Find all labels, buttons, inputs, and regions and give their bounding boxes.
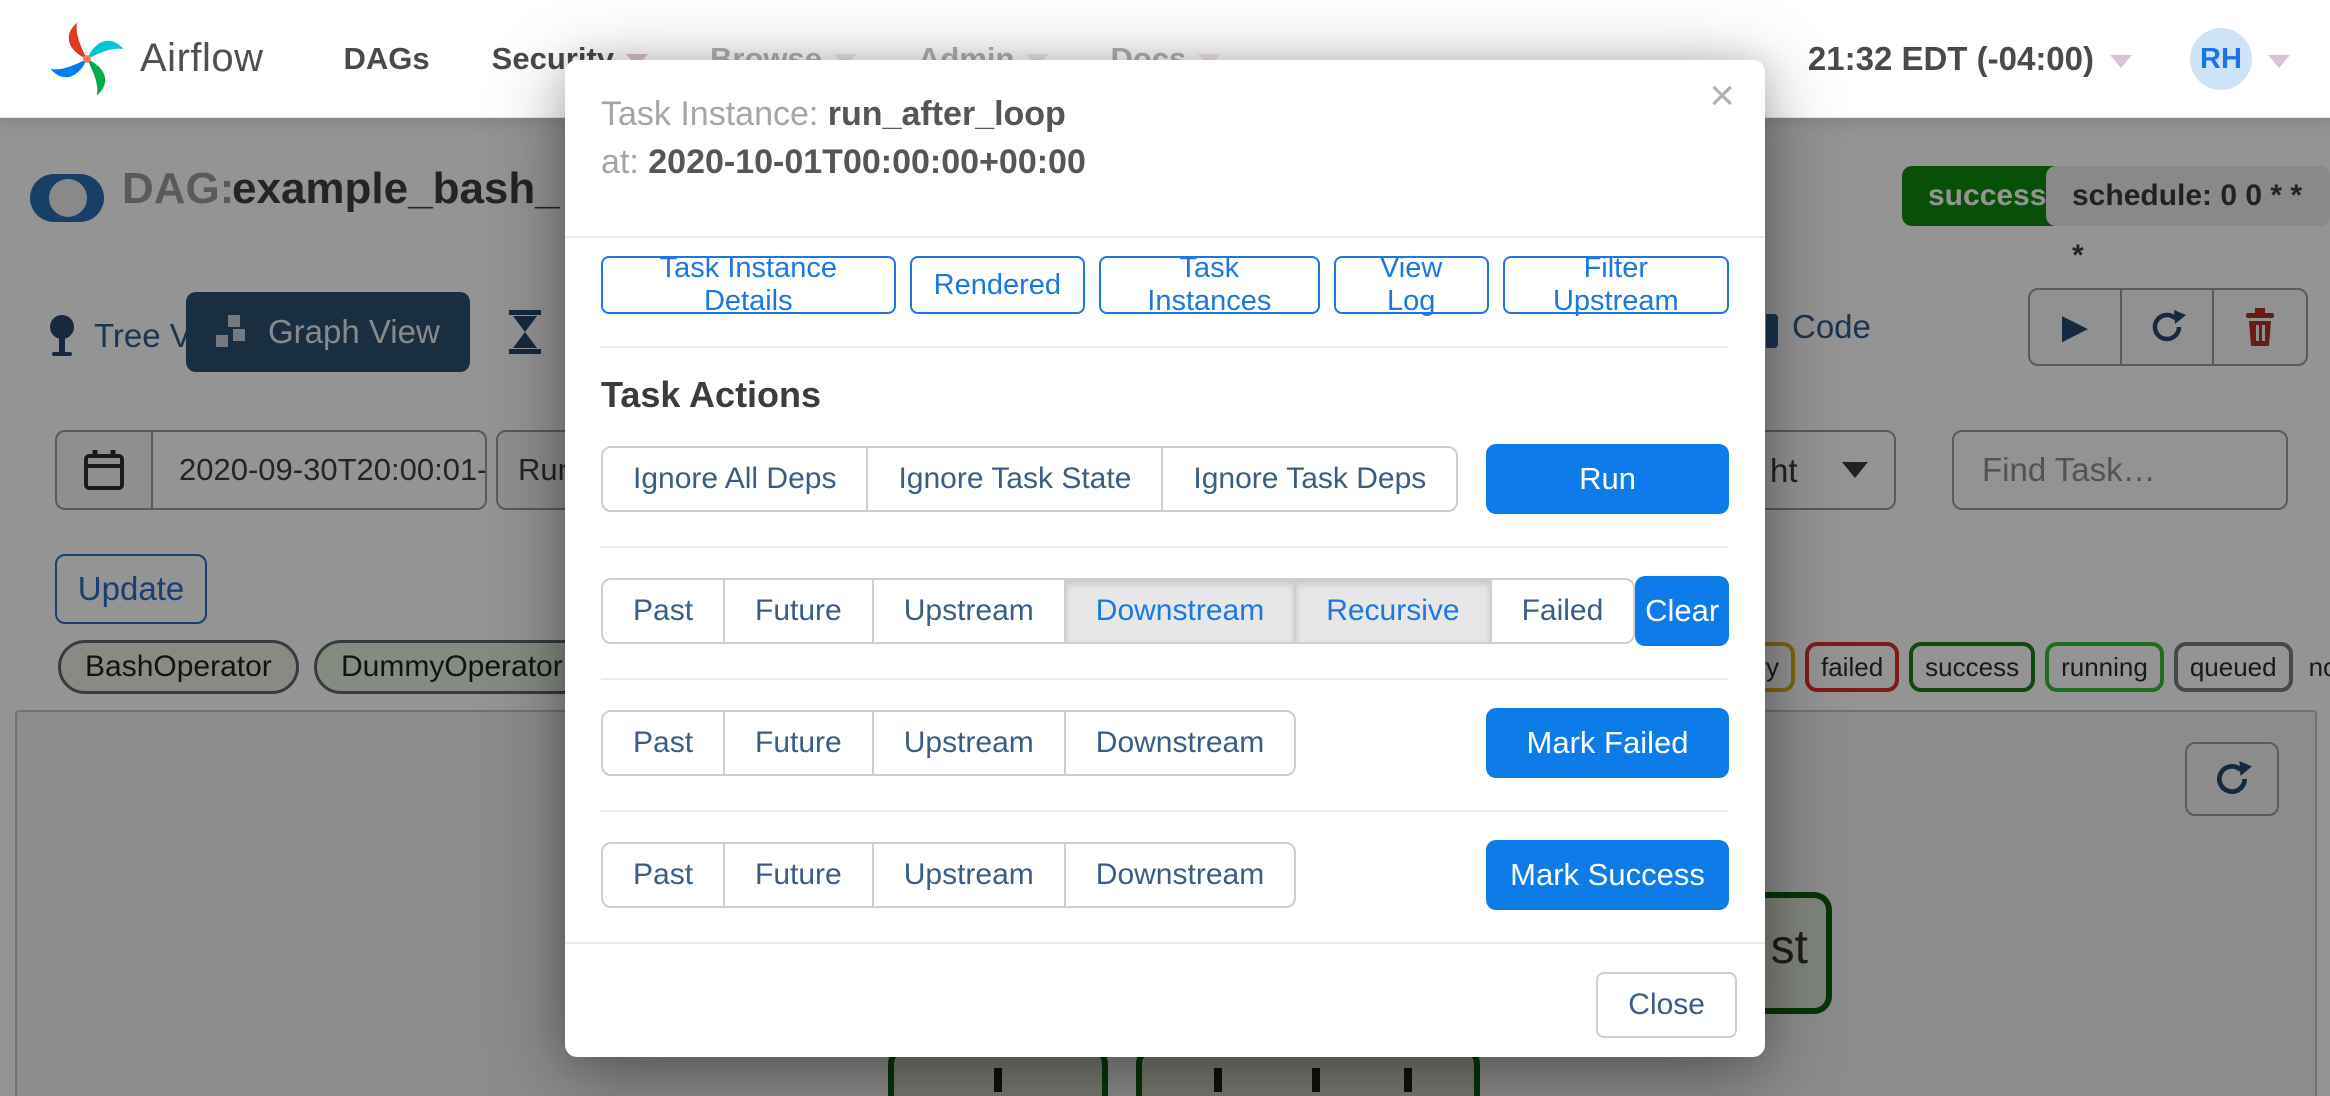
clear-recursive-button[interactable]: Recursive: [1294, 578, 1492, 644]
title-prefix: Task Instance:: [601, 95, 819, 133]
clear-options-group: Past Future Upstream Downstream Recursiv…: [601, 578, 1636, 644]
rendered-button[interactable]: Rendered: [909, 256, 1086, 314]
caret-down-icon: [2110, 54, 2132, 68]
mark-failed-upstream-button[interactable]: Upstream: [871, 710, 1066, 776]
clear-past-button[interactable]: Past: [601, 578, 726, 644]
modal-footer: Close: [565, 942, 1765, 1038]
screen: Airflow DAGs Security Browse Admin Docs: [0, 0, 2330, 1096]
mark-failed-options-group: Past Future Upstream Downstream: [601, 710, 1297, 776]
task-instance-modal: Task Instance: run_after_loop at: 2020-1…: [565, 60, 1765, 1057]
at-prefix: at:: [601, 143, 639, 181]
task-instance-details-button[interactable]: Task Instance Details: [601, 252, 896, 317]
divider: [601, 678, 1729, 680]
modal-body: Task Instance Details Rendered Task Inst…: [565, 252, 1765, 910]
mark-success-action-row: Past Future Upstream Downstream Mark Suc…: [601, 840, 1729, 910]
mark-success-downstream-button[interactable]: Downstream: [1063, 842, 1297, 908]
divider: [601, 810, 1729, 812]
nav-item-dags[interactable]: DAGs: [344, 41, 430, 77]
instance-links-row: Task Instance Details Rendered Task Inst…: [601, 252, 1730, 317]
clear-button[interactable]: Clear: [1635, 576, 1729, 646]
clear-future-button[interactable]: Future: [723, 578, 874, 644]
ignore-all-deps-button[interactable]: Ignore All Deps: [601, 446, 869, 512]
avatar-initials: RH: [2200, 42, 2242, 75]
ignore-task-deps-button[interactable]: Ignore Task Deps: [1161, 446, 1459, 512]
clear-downstream-button[interactable]: Downstream: [1063, 578, 1297, 644]
brand[interactable]: Airflow: [48, 20, 264, 98]
divider: [601, 546, 1729, 548]
clear-action-row: Past Future Upstream Downstream Recursiv…: [601, 576, 1729, 646]
mark-failed-future-button[interactable]: Future: [723, 710, 874, 776]
brand-name: Airflow: [140, 36, 264, 80]
mark-failed-button[interactable]: Mark Failed: [1486, 708, 1729, 778]
caret-down-icon: [2268, 54, 2290, 68]
run-button[interactable]: Run: [1486, 444, 1729, 514]
mark-failed-action-row: Past Future Upstream Downstream Mark Fai…: [601, 708, 1729, 778]
view-log-button[interactable]: View Log: [1333, 252, 1489, 317]
task-instances-button[interactable]: Task Instances: [1099, 252, 1320, 317]
clear-failed-button[interactable]: Failed: [1489, 578, 1636, 644]
clock[interactable]: 21:32 EDT (-04:00): [1808, 40, 2094, 78]
user-avatar[interactable]: RH: [2190, 28, 2252, 90]
mark-success-future-button[interactable]: Future: [723, 842, 874, 908]
ignore-task-state-button[interactable]: Ignore Task State: [866, 446, 1164, 512]
clear-upstream-button[interactable]: Upstream: [871, 578, 1066, 644]
task-name: run_after_loop: [827, 95, 1066, 133]
modal-title-line1: Task Instance: run_after_loop: [601, 90, 1729, 138]
mark-failed-past-button[interactable]: Past: [601, 710, 726, 776]
modal-close-icon[interactable]: ×: [1709, 74, 1735, 118]
task-actions-title: Task Actions: [601, 374, 822, 415]
mark-success-past-button[interactable]: Past: [601, 842, 726, 908]
divider: [601, 346, 1729, 348]
mark-failed-downstream-button[interactable]: Downstream: [1063, 710, 1297, 776]
mark-success-button[interactable]: Mark Success: [1486, 840, 1729, 910]
mark-success-upstream-button[interactable]: Upstream: [871, 842, 1066, 908]
nav-item-label: DAGs: [343, 40, 430, 76]
airflow-logo-icon: [50, 21, 124, 96]
execution-date-value: 2020-10-01T00:00:00+00:00: [648, 143, 1086, 181]
modal-header: Task Instance: run_after_loop at: 2020-1…: [565, 60, 1765, 238]
mark-success-options-group: Past Future Upstream Downstream: [601, 842, 1297, 908]
run-options-group: Ignore All Deps Ignore Task State Ignore…: [601, 446, 1459, 512]
modal-close-button[interactable]: Close: [1596, 972, 1737, 1038]
navbar-right: 21:32 EDT (-04:00) RH: [1808, 0, 2290, 118]
filter-upstream-button[interactable]: Filter Upstream: [1502, 252, 1730, 317]
modal-title-line2: at: 2020-10-01T00:00:00+00:00: [601, 138, 1729, 186]
run-action-row: Ignore All Deps Ignore Task State Ignore…: [601, 444, 1729, 514]
